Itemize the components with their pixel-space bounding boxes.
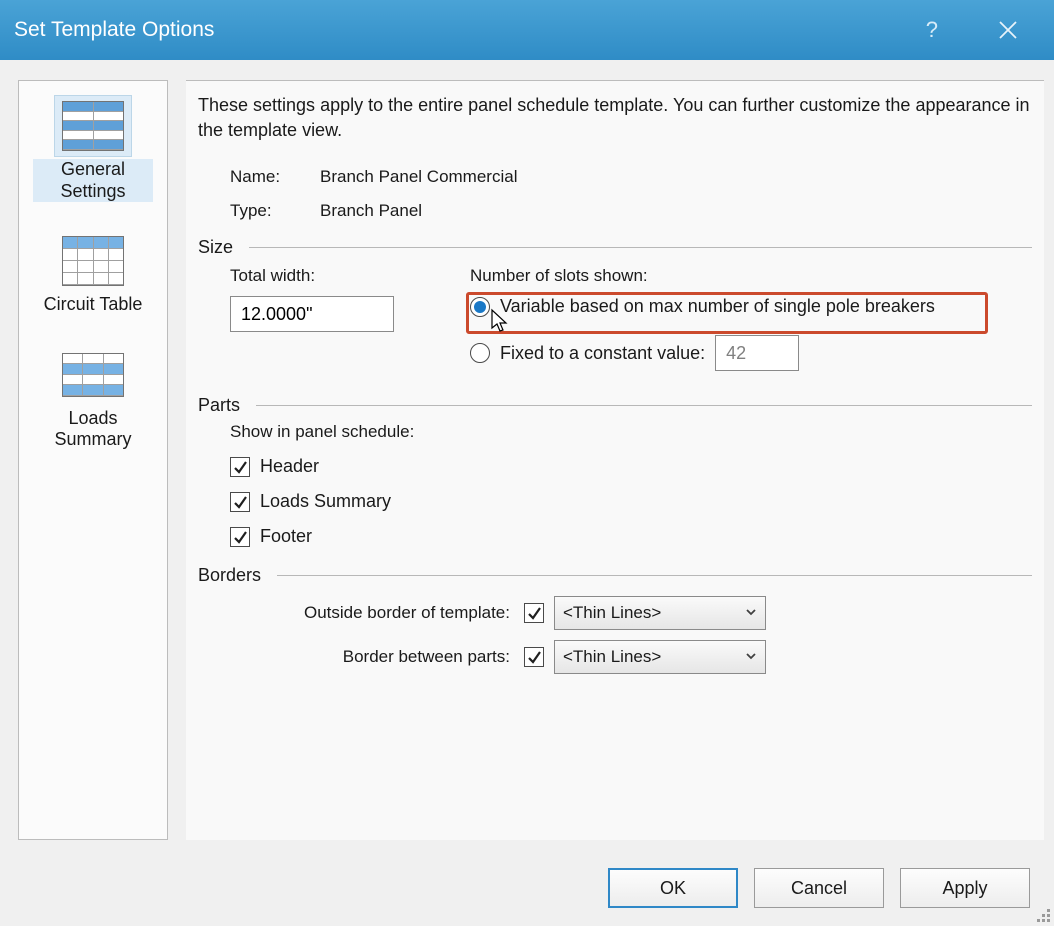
combo-value: <Thin Lines> [563,647,661,667]
checkbox-icon [230,457,250,477]
checkbox-header-label: Header [260,456,319,477]
main-panel: These settings apply to the entire panel… [186,80,1044,840]
checkbox-outside-border[interactable] [524,603,544,623]
checkbox-header[interactable]: Header [230,456,1032,477]
outside-border-style-combo[interactable]: <Thin Lines> [554,596,766,630]
sidebar-item-label: General Settings [33,159,153,202]
radio-fixed-slots[interactable]: Fixed to a constant value: [470,335,1032,371]
total-width-input[interactable] [230,296,394,332]
checkbox-loads-summary-label: Loads Summary [260,491,391,512]
divider [249,247,1032,248]
name-label: Name: [230,167,320,187]
divider [277,575,1032,576]
type-value: Branch Panel [320,201,422,221]
dialog-button-bar: OK Cancel Apply [608,868,1030,908]
checkbox-footer[interactable]: Footer [230,526,1032,547]
combo-value: <Thin Lines> [563,603,661,623]
radio-icon [470,343,490,363]
between-border-label: Border between parts: [254,647,514,667]
sidebar: General Settings Circuit Table [18,80,168,840]
chevron-down-icon [745,647,757,667]
outside-border-label: Outside border of template: [254,603,514,623]
cursor-icon [490,308,510,334]
sidebar-item-general-settings[interactable]: General Settings [33,93,153,208]
checkbox-loads-summary[interactable]: Loads Summary [230,491,1032,512]
close-icon[interactable] [998,20,1018,40]
ok-button[interactable]: OK [608,868,738,908]
radio-icon [470,297,490,317]
circuit-table-icon [54,230,132,292]
radio-variable-label: Variable based on max number of single p… [500,296,935,317]
divider [256,405,1032,406]
show-in-schedule-label: Show in panel schedule: [230,422,1032,442]
radio-fixed-label: Fixed to a constant value: [500,343,705,364]
titlebar: Set Template Options ? [0,0,1054,60]
borders-section-label: Borders [198,565,261,586]
cancel-button[interactable]: Cancel [754,868,884,908]
fixed-value-input[interactable] [715,335,799,371]
parts-section-label: Parts [198,395,240,416]
loads-summary-icon [54,344,132,406]
resize-grip-icon[interactable] [1034,906,1050,922]
slots-label: Number of slots shown: [470,266,1032,286]
apply-button[interactable]: Apply [900,868,1030,908]
chevron-down-icon [745,603,757,623]
window-title: Set Template Options [14,18,214,42]
intro-text: These settings apply to the entire panel… [198,93,1032,143]
checkbox-between-border[interactable] [524,647,544,667]
radio-variable-slots[interactable]: Variable based on max number of single p… [470,296,1032,317]
sidebar-item-circuit-table[interactable]: Circuit Table [33,228,153,322]
checkbox-icon [230,492,250,512]
panel-template-icon [54,95,132,157]
sidebar-item-label: Circuit Table [40,294,147,316]
sidebar-item-label: Loads Summary [33,408,153,451]
total-width-label: Total width: [230,266,430,286]
sidebar-item-loads-summary[interactable]: Loads Summary [33,342,153,457]
checkbox-footer-label: Footer [260,526,312,547]
checkbox-icon [230,527,250,547]
help-icon[interactable]: ? [926,17,938,43]
name-value: Branch Panel Commercial [320,167,517,187]
type-label: Type: [230,201,320,221]
size-section-label: Size [198,237,233,258]
between-border-style-combo[interactable]: <Thin Lines> [554,640,766,674]
